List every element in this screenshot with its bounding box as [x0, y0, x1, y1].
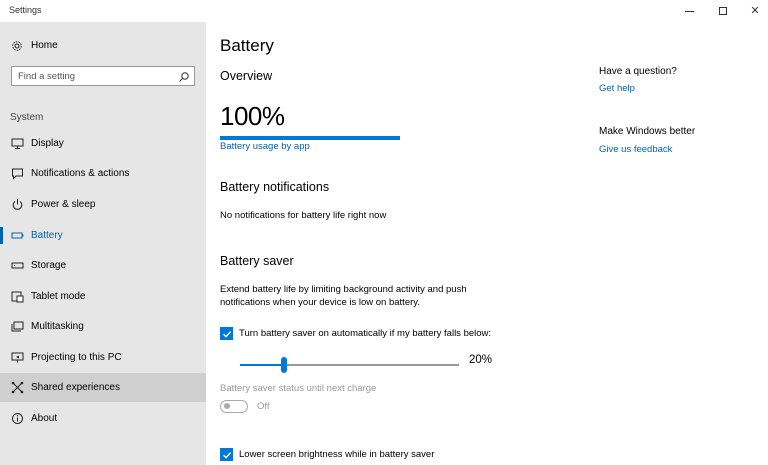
section-label-system: System — [10, 112, 44, 123]
home-label: Home — [31, 40, 58, 51]
get-help-link[interactable]: Get help — [599, 83, 635, 94]
saver-status-state: Off — [257, 401, 270, 412]
lower-brightness-checkbox[interactable] — [220, 448, 233, 461]
feedback-heading: Make Windows better — [599, 126, 696, 137]
sidebar-item-battery[interactable]: Battery — [0, 221, 206, 250]
close-button[interactable]: ✕ — [738, 0, 768, 22]
notifications-status-text: No notifications for battery life right … — [220, 210, 387, 221]
sidebar-item-label: About — [31, 413, 58, 424]
lower-brightness-label[interactable]: Lower screen brightness while in battery… — [239, 449, 434, 460]
multitasking-icon — [11, 320, 24, 333]
minimize-icon — [684, 10, 694, 12]
sidebar-item-multitasking[interactable]: Multitasking — [0, 312, 206, 341]
maximize-icon — [719, 7, 727, 15]
sidebar-item-storage[interactable]: Storage — [0, 251, 206, 280]
tablet-mode-icon — [11, 290, 24, 303]
threshold-value: 20% — [469, 354, 493, 366]
sidebar-item-tablet-mode[interactable]: Tablet mode — [0, 282, 206, 311]
minimize-button[interactable] — [672, 0, 706, 22]
notifications-icon — [11, 167, 24, 180]
battery-percent: 100% — [220, 101, 285, 131]
auto-saver-checkbox[interactable] — [220, 327, 233, 340]
battery-level-bar — [220, 136, 400, 140]
sidebar-item-label: Multitasking — [31, 321, 84, 332]
sidebar-item-display[interactable]: Display — [0, 129, 206, 158]
sidebar: Home System Display Notifications & acti… — [0, 22, 206, 465]
page-title: Battery — [220, 36, 274, 55]
search-box[interactable] — [11, 66, 195, 86]
checkmark-icon — [222, 330, 231, 338]
sidebar-item-notifications[interactable]: Notifications & actions — [0, 159, 206, 188]
help-heading: Have a question? — [599, 66, 677, 77]
sidebar-item-projecting[interactable]: Projecting to this PC — [0, 343, 206, 372]
shared-experiences-icon — [11, 381, 24, 394]
battery-usage-link[interactable]: Battery usage by app — [220, 141, 310, 152]
window-title: Settings — [9, 5, 42, 15]
power-icon — [11, 198, 24, 211]
sidebar-item-label: Display — [31, 138, 64, 149]
selection-indicator — [0, 227, 3, 244]
gear-icon — [11, 39, 23, 51]
about-icon — [11, 412, 24, 425]
overview-heading: Overview — [220, 69, 273, 83]
title-bar: Settings ✕ — [0, 0, 768, 22]
storage-icon — [11, 259, 24, 272]
threshold-slider[interactable] — [240, 356, 459, 374]
sidebar-item-label: Tablet mode — [31, 291, 86, 302]
sidebar-item-power-sleep[interactable]: Power & sleep — [0, 190, 206, 219]
saver-status-label: Battery saver status until next charge — [220, 383, 377, 394]
search-input[interactable] — [12, 67, 172, 85]
slider-fill — [240, 364, 284, 366]
give-feedback-link[interactable]: Give us feedback — [599, 144, 672, 155]
sidebar-item-label: Notifications & actions — [31, 168, 130, 179]
battery-icon — [11, 229, 24, 242]
auto-saver-label[interactable]: Turn battery saver on automatically if m… — [239, 328, 491, 339]
home-nav-item[interactable]: Home — [0, 35, 206, 57]
battery-saver-heading: Battery saver — [220, 254, 294, 268]
notifications-heading: Battery notifications — [220, 180, 330, 194]
toggle-knob — [224, 403, 230, 409]
saver-status-toggle[interactable] — [220, 400, 248, 413]
projecting-icon — [11, 351, 24, 364]
sidebar-item-label: Shared experiences — [31, 382, 120, 393]
sidebar-item-shared-experiences[interactable]: Shared experiences — [0, 373, 206, 402]
sidebar-item-about[interactable]: About — [0, 404, 206, 433]
sidebar-item-label: Storage — [31, 260, 67, 271]
checkmark-icon — [222, 451, 231, 459]
main-content: Battery Overview 100% Battery usage by a… — [206, 22, 768, 465]
search-icon[interactable] — [178, 70, 190, 82]
maximize-button[interactable] — [706, 0, 740, 22]
battery-saver-description: Extend battery life by limiting backgrou… — [220, 284, 467, 308]
sidebar-item-label: Battery — [31, 230, 63, 241]
display-icon — [11, 137, 24, 150]
battery-level-fill — [220, 136, 400, 140]
slider-thumb[interactable] — [280, 357, 287, 373]
close-icon: ✕ — [750, 4, 760, 17]
sidebar-item-label: Projecting to this PC — [31, 352, 122, 363]
sidebar-item-label: Power & sleep — [31, 199, 96, 210]
